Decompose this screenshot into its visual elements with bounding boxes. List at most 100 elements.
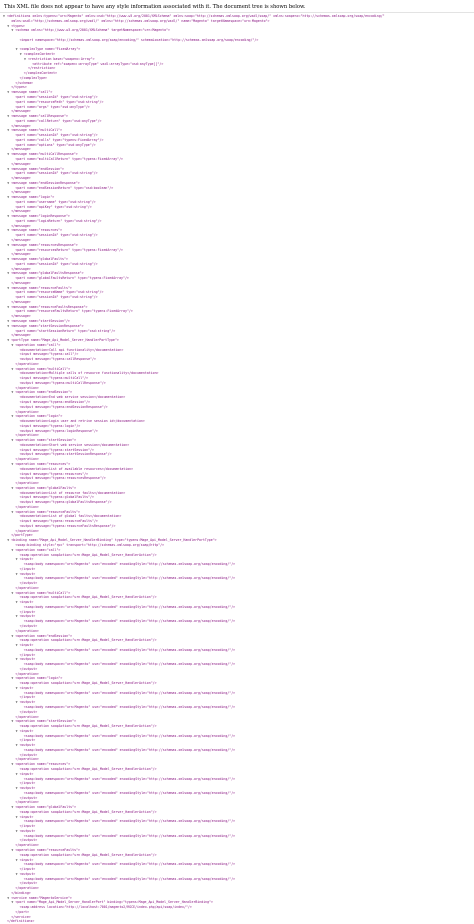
- xml-line-text: <operation name="startSession">: [15, 438, 77, 443]
- xml-line-text: <soap:body namespace="urn:Magento" use="…: [23, 776, 236, 781]
- xml-line-text: <input message="typens:resourceFaults"/>: [19, 519, 98, 524]
- xml-line-text: <types>: [11, 23, 25, 28]
- xml-line-text: xmlns:wsdl="http://schemas.xmlsoap.org/w…: [11, 18, 270, 23]
- xml-line-text: </complexType>: [19, 75, 47, 80]
- xml-line-text: <message name="login">: [11, 195, 55, 200]
- xml-line-text: </message>: [11, 190, 31, 195]
- xml-line-text: <part name="resourceName" type="xsd:stri…: [15, 290, 104, 295]
- xml-line-text: <soap:address location="http://localhost…: [19, 905, 192, 910]
- xml-line-text: </port>: [15, 909, 30, 914]
- xml-line-text: <part name="username" type="xsd:string"/…: [15, 199, 96, 204]
- xml-line-text: <soap:body namespace="urn:Magento" use="…: [23, 790, 236, 795]
- xml-line-text: <part name="globalFaultsReturn" type="ty…: [15, 276, 129, 281]
- xml-line-text: <documentation>List of global faults</do…: [19, 514, 122, 519]
- xml-line-text: </message>: [11, 161, 31, 166]
- xml-line-text: <part name="sessionId" type="xsd:string"…: [15, 295, 98, 300]
- xml-line-text: <message name="call">: [11, 90, 53, 95]
- xml-line-text: </message>: [11, 333, 31, 338]
- xml-line-text: </message>: [11, 123, 31, 128]
- xml-line-text: <soap:body namespace="urn:Magento" use="…: [23, 619, 236, 624]
- xml-line-text: </operation>: [15, 843, 39, 848]
- xml-line-text: <documentation>Call api functionality</d…: [19, 347, 124, 352]
- xml-line-text: </definitions>: [7, 919, 35, 924]
- xml-line-text: </operation>: [15, 886, 39, 891]
- xml-line-text: <part name="sessionId" type="xsd:string"…: [15, 133, 98, 138]
- xml-line-text: </input>: [19, 566, 36, 571]
- xml-line-text: <documentation>List of resource faults</…: [19, 490, 126, 495]
- xml-line-text: <operation name="resources">: [15, 762, 71, 767]
- xml-line-text: <port name="Mage_Api_Model_Server_Handle…: [15, 900, 214, 905]
- xml-line-text: </message>: [11, 266, 31, 271]
- xml-line-text: <binding name="Mage_Api_Model_Server_Han…: [11, 538, 217, 543]
- xml-line-text: <soap:body namespace="urn:Magento" use="…: [23, 576, 236, 581]
- xml-line-text: </types>: [11, 85, 27, 90]
- xml-line-text: <message name="resources">: [11, 228, 63, 233]
- xml-line-text: <documentation>List of available resourc…: [19, 466, 134, 471]
- xml-line-text: </message>: [11, 223, 31, 228]
- xml-line-text: <message name="globalFaults">: [11, 257, 68, 262]
- xml-line-text: <part name="startSessionReturn" type="xs…: [15, 328, 116, 333]
- xml-line-text: <part name="resourceFaultsReturn" type="…: [15, 309, 133, 314]
- xml-line-text: </schema>: [15, 80, 34, 85]
- xml-line-text: <input message="typens:call"/>: [19, 352, 79, 357]
- xml-line-text: </service>: [11, 914, 31, 919]
- xml-line-text: <definitions xmlns:typens="urn:Magento" …: [7, 14, 385, 18]
- xml-line-text: <soap:body namespace="urn:Magento" use="…: [23, 747, 236, 752]
- xml-line-text: <output message="typens:callResponse"/>: [19, 357, 96, 362]
- xml-line-text: <message name="startSession"/>: [11, 319, 70, 323]
- xml-line-text: <input message="typens:startSession"/>: [19, 447, 94, 452]
- xml-line-text: <soap:body namespace="urn:Magento" use="…: [23, 690, 236, 695]
- xml-line-text: <soap:operation soapAction="urn:Mage_Api…: [19, 638, 157, 643]
- xml-line-text: </output>: [19, 795, 38, 800]
- xml-line-text: <soap:operation soapAction="urn:Mage_Api…: [19, 809, 157, 814]
- xml-line-text: <operation name="globalFaults">: [15, 485, 77, 490]
- xml-line-text: <part name="sessionId" type="xsd:string"…: [15, 261, 98, 266]
- xml-line-text: <output>: [19, 700, 36, 705]
- xml-line-text: </message>: [11, 176, 31, 181]
- xml-line-text: <input message="typens:login"/>: [19, 423, 81, 428]
- xml-line-text: <message name="loginResponse">: [11, 214, 70, 219]
- xml-line-text: <message name="callResponse">: [11, 114, 68, 119]
- xml-line-text: <input message="typens:resources"/>: [19, 471, 89, 476]
- xml-line-text: <restriction base="soapenc:Array">: [28, 56, 95, 61]
- xml-line-text: </message>: [11, 299, 31, 304]
- xml-line-text: <soap:operation soapAction="urn:Mage_Api…: [19, 595, 157, 600]
- xml-line-text: </input>: [19, 824, 36, 829]
- xml-line-text: <input>: [19, 685, 34, 690]
- xml-line-text: </operation>: [15, 361, 39, 366]
- xml-line-text: </input>: [19, 695, 36, 700]
- xml-line-text: <part name="multiCallReturn" type="typen…: [15, 156, 124, 161]
- xml-line-text: </message>: [11, 237, 31, 242]
- xml-line-text: <complexContent>: [23, 52, 56, 57]
- xml-line-text: <message name="endSessionResponse">: [11, 180, 80, 185]
- xml-line-text: </output>: [19, 709, 38, 714]
- xml-line-text: <output message="typens:multiCallRespons…: [19, 380, 106, 385]
- xml-line-text: <documentation>End web service session</…: [19, 395, 126, 400]
- xml-line-text: </message>: [11, 147, 31, 152]
- xml-line-text: </input>: [19, 738, 36, 743]
- xml-line-text: <operation name="multiCall">: [15, 366, 71, 371]
- xml-line-text: <input message="typens:globalFaults"/>: [19, 495, 94, 500]
- xml-line-text: <part name="resourcePath" type="xsd:stri…: [15, 99, 104, 104]
- xml-line-text: </operation>: [15, 671, 39, 676]
- xml-line-text: <output message="typens:resourceFaultsRe…: [19, 523, 116, 528]
- xml-line-text: <soap:body namespace="urn:Magento" use="…: [23, 819, 236, 824]
- xml-line-text: </operation>: [15, 409, 39, 414]
- xml-line-text: <output message="typens:loginResponse"/>: [19, 428, 98, 433]
- xml-line-text: <operation name="resources">: [15, 461, 71, 466]
- xml-line-text: <operation name="login">: [15, 676, 63, 681]
- xml-line-text: <documentation>Multiple calls of resourc…: [19, 371, 159, 376]
- xml-line-text: <operation name="endSession">: [15, 390, 73, 395]
- xml-line-text: <operation name="endSession">: [15, 633, 73, 638]
- xml-line-text: </operation>: [15, 528, 39, 533]
- xml-line-text: </input>: [19, 609, 36, 614]
- xml-line-text: <soap:binding style="rpc" transport="htt…: [15, 542, 165, 547]
- xml-line-text: <output>: [19, 743, 36, 748]
- xml-line-text: </output>: [19, 752, 38, 757]
- xml-line-text: <documentation>Start web service session…: [19, 442, 130, 447]
- xml-line-text: <soap:body namespace="urn:Magento" use="…: [23, 662, 236, 667]
- xml-line-text: <schema xmlns="http://www.w3.org/2001/XM…: [15, 28, 170, 33]
- xml-line-text: <part name="loginReturn" type="xsd:strin…: [15, 218, 102, 223]
- xml-line-text: </operation>: [15, 714, 39, 719]
- xml-line-text: <part name="sessionId" type="xsd:string"…: [15, 171, 98, 176]
